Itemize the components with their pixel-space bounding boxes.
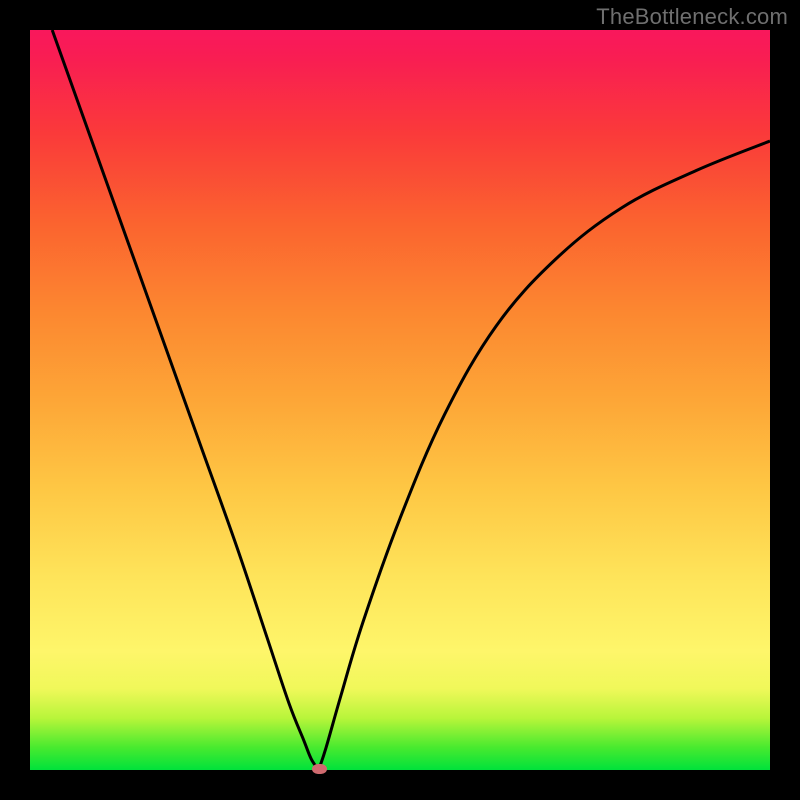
watermark-text: TheBottleneck.com xyxy=(596,4,788,30)
bottleneck-curve xyxy=(30,30,770,770)
curve-right-branch xyxy=(319,141,770,770)
curve-left-branch xyxy=(52,30,318,770)
plot-area xyxy=(30,30,770,770)
chart-frame: TheBottleneck.com xyxy=(0,0,800,800)
minimum-marker xyxy=(312,764,327,774)
